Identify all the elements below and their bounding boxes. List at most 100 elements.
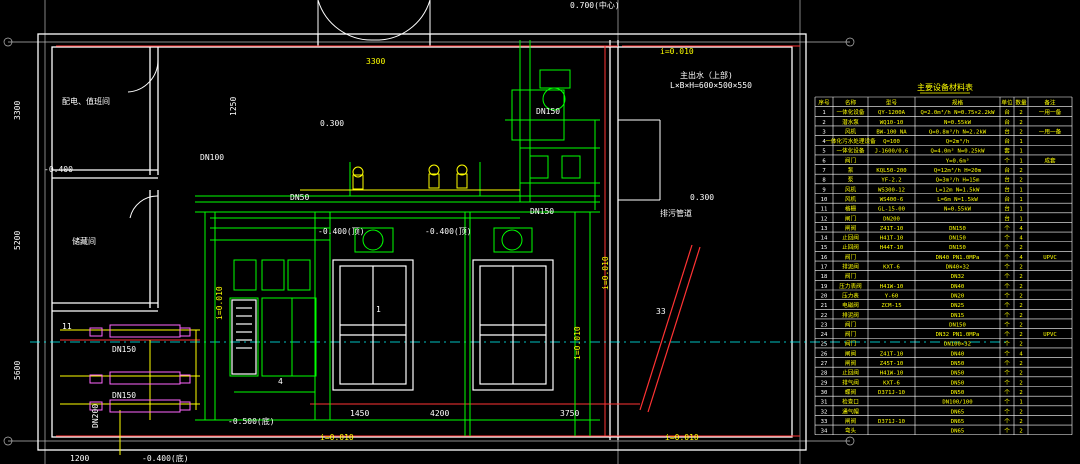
table-cell: 个 xyxy=(1004,389,1010,396)
table-cell: Q=2.0m³/h N=0.75×2.2kW xyxy=(920,109,995,116)
table-cell: 个 xyxy=(1004,264,1010,271)
table-cell: DN150 xyxy=(949,226,966,232)
table-cell: 10 xyxy=(821,197,828,203)
table-cell: 排气阀 xyxy=(842,378,859,386)
table-cell: L=6m N=1.5kW xyxy=(937,197,978,203)
elevation-pipe-b: -0.400(顶) xyxy=(425,227,472,236)
table-cell: Y-60 xyxy=(885,293,898,299)
table-cell: DN32 xyxy=(951,274,964,280)
table-cell: 一用一备 xyxy=(1039,108,1062,116)
elevation-right: 0.300 xyxy=(690,193,714,202)
dim-5200: 5200 xyxy=(13,231,22,250)
table-header-cell: 单位 xyxy=(1001,98,1013,106)
label-dn50: DN50 xyxy=(290,193,309,202)
table-cell: 排泥阀 xyxy=(842,311,859,319)
table-cell: 2 xyxy=(1019,245,1022,251)
table-cell: 1 xyxy=(1019,400,1022,406)
table-cell: D371J-10 xyxy=(878,419,905,425)
table-cell: 29 xyxy=(821,380,828,386)
table-cell: 34 xyxy=(821,429,828,435)
table-cell: DN40 PN1.0MPa xyxy=(936,255,980,261)
table-cell: 9 xyxy=(822,187,825,193)
table-cell: 台 xyxy=(1004,176,1010,184)
table-cell: 22 xyxy=(821,313,828,319)
table-cell: Z41T-10 xyxy=(880,351,904,357)
table-cell: 台 xyxy=(1004,166,1010,174)
table-cell: 潜水泵 xyxy=(842,118,859,126)
table-cell: DN20 xyxy=(951,293,964,299)
table-cell: 闸阀 xyxy=(845,349,857,357)
table-cell: 2 xyxy=(1019,313,1022,319)
table-cell: 1 xyxy=(1019,207,1022,213)
label-drain: 排污管道 xyxy=(660,208,692,218)
table-cell: 个 xyxy=(1004,418,1010,425)
label-item-1: 1 xyxy=(376,305,381,314)
slope-d: i=0.010 xyxy=(573,326,582,360)
table-cell: 2 xyxy=(1019,265,1022,271)
table-cell: 一体化设备 xyxy=(837,147,865,155)
table-cell: 1 xyxy=(1019,187,1022,193)
table-cell: DN15 xyxy=(951,313,964,319)
table-cell: 个 xyxy=(1004,283,1010,290)
table-cell: 19 xyxy=(821,284,828,290)
table-cell: 2 xyxy=(822,120,825,126)
table-cell: H41W-10 xyxy=(880,284,904,290)
table-cell: H41W-10 xyxy=(880,371,904,377)
table-cell: QY-1200A xyxy=(878,110,906,116)
table-cell: 个 xyxy=(1004,350,1010,357)
table-cell: 个 xyxy=(1004,331,1010,338)
table-cell: DN65 xyxy=(951,409,964,415)
table-cell: Q=12m³/h H=20m xyxy=(934,167,982,174)
table-cell: Y=0.6m³ xyxy=(946,157,970,164)
table-cell: 止回阀 xyxy=(842,369,859,377)
table-header-cell: 数量 xyxy=(1015,98,1027,106)
table-cell: 23 xyxy=(821,322,828,328)
table-cell: 32 xyxy=(821,409,828,415)
table-cell: 检查口 xyxy=(842,398,859,406)
table-cell: H44T-10 xyxy=(880,245,904,251)
table-cell: KXT-6 xyxy=(883,380,900,386)
label-item-11: 11 xyxy=(62,322,72,331)
table-cell: 2 xyxy=(1019,429,1022,435)
table-cell: DN100/100 xyxy=(942,400,972,406)
table-cell: 1 xyxy=(1019,149,1022,155)
table-cell: 13 xyxy=(821,226,828,232)
table-cell: DN65 xyxy=(951,419,964,425)
table-cell: J-1600/0.6 xyxy=(875,149,909,155)
table-cell: 台 xyxy=(1004,214,1010,222)
table-cell: 台 xyxy=(1004,137,1010,145)
table-cell: 1 xyxy=(1019,197,1022,203)
table-cell: 台 xyxy=(1004,118,1010,126)
table-cell: ZCM-15 xyxy=(881,303,901,309)
slope-c: i=0.010 xyxy=(665,433,699,442)
table-cell: 个 xyxy=(1004,235,1010,242)
table-cell: 21 xyxy=(821,303,828,309)
table-cell: 闸阀 xyxy=(845,359,857,367)
table-cell: DN150 xyxy=(949,322,966,328)
table-cell: Q=2m³/h xyxy=(946,138,970,145)
dim-1250: 1250 xyxy=(229,97,238,116)
table-cell: 6 xyxy=(822,158,825,164)
table-cell: 个 xyxy=(1004,370,1010,377)
table-cell: 风机 xyxy=(845,185,857,193)
table-cell: 阀门 xyxy=(845,272,857,280)
table-cell: 2 xyxy=(1019,284,1022,290)
table-cell: 个 xyxy=(1004,312,1010,319)
table-cell: 15 xyxy=(821,245,828,251)
table-cell: 1 xyxy=(1019,216,1022,222)
table-cell: N=0.55kW xyxy=(944,120,972,126)
table-cell: DN25 xyxy=(951,303,964,309)
table-cell: 16 xyxy=(821,255,828,261)
table-cell: 弯头 xyxy=(845,427,857,435)
table-cell: L=12m N=1.5kW xyxy=(936,187,980,193)
table-header-cell: 名称 xyxy=(845,98,857,106)
label-dn150-d: DN150 xyxy=(530,207,554,216)
table-cell: 蝶阀 xyxy=(845,388,857,396)
table-cell: Q=100 xyxy=(883,139,900,145)
table-cell: 阀门 xyxy=(845,320,857,328)
table-cell: WS300-12 xyxy=(878,187,905,193)
table-cell: WQ10-10 xyxy=(880,120,904,126)
table-cell: DN50 xyxy=(951,371,964,377)
elevation-left: -0.400 xyxy=(44,165,73,174)
table-cell: 30 xyxy=(821,390,828,396)
